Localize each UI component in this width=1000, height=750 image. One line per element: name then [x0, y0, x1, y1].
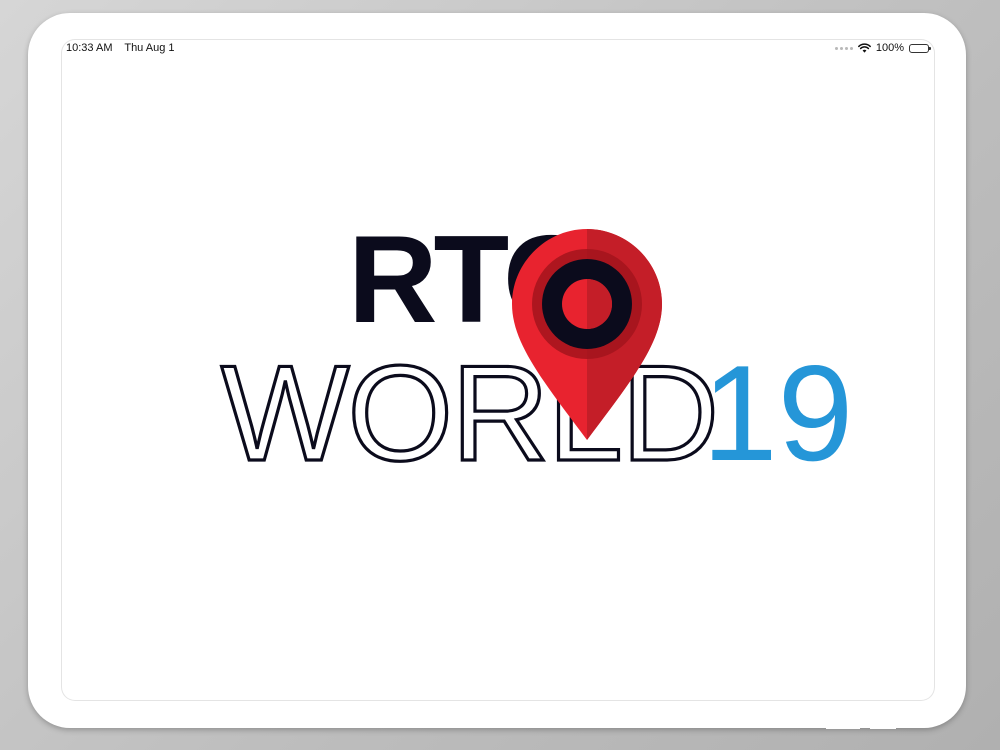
- logo-number-text: 19: [702, 337, 853, 489]
- rto-world-logo: RTO WORLD 19: [219, 211, 853, 491]
- app-screen: 10:33 AM Thu Aug 1 100% RTO WORLD 19: [61, 39, 935, 701]
- tablet-frame: 10:33 AM Thu Aug 1 100% RTO WORLD 19: [28, 13, 966, 728]
- decorative-edge-marks: [826, 724, 906, 732]
